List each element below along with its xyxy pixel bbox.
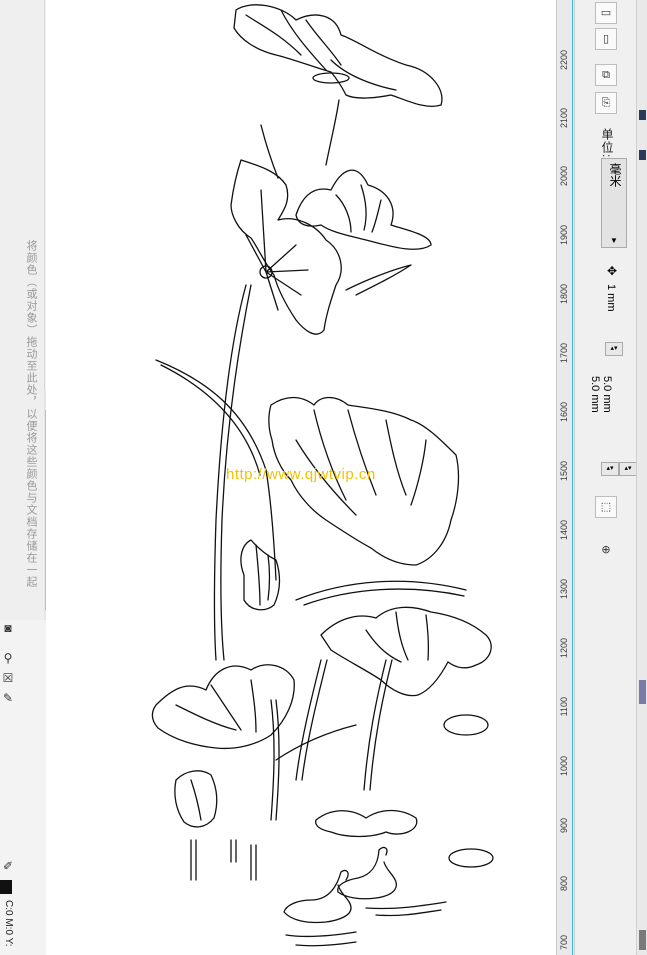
pen-icon[interactable]: ✎	[0, 690, 16, 706]
ruler-label: 1500	[559, 461, 569, 482]
treat-as-filled-icon[interactable]: ⬚	[595, 496, 617, 518]
units-value: 毫米	[608, 163, 622, 187]
lower-right-leaf	[320, 606, 492, 697]
all-pages-icon[interactable]: ⧉	[595, 64, 617, 86]
outline-pen-icon[interactable]: ✐	[0, 858, 16, 874]
ruler-label: 2100	[559, 108, 569, 129]
swan-2	[337, 846, 397, 900]
ruler-label: 2000	[559, 166, 569, 187]
ruler-label: 1900	[559, 225, 569, 246]
ruler-label: 700	[559, 935, 569, 951]
duplicate-distance-x[interactable]: 5.0 mm	[589, 376, 601, 413]
upper-lotus-flower	[295, 169, 432, 250]
page-portrait-icon[interactable]: ▭	[595, 2, 617, 24]
ruler-label: 1300	[559, 579, 569, 600]
fill-bucket-icon[interactable]: ⚲	[0, 650, 16, 666]
current-page-icon[interactable]: ⎘	[595, 92, 617, 114]
reed-2	[230, 839, 237, 863]
units-dropdown[interactable]: 毫米 ▼	[601, 158, 627, 248]
property-bar: ▭ ▯ ⧉ ⎘ 单位: 毫米 ▼ ✥ 1 mm ▴▾ 5.0 mm 5.0 mm…	[574, 0, 637, 955]
camera-icon[interactable]: ◙	[0, 620, 16, 636]
lily-pad-2	[315, 809, 418, 838]
reed-6	[363, 659, 393, 791]
diagonal-grass	[275, 724, 357, 761]
no-fill-icon[interactable]: ☒	[0, 670, 16, 686]
drawing-canvas[interactable]: http://www.qjwtvip.cn	[46, 0, 556, 955]
lower-left-flower	[151, 664, 295, 750]
fill-color-swatch[interactable]	[0, 880, 12, 894]
ruler-label: 2200	[559, 50, 569, 71]
duplicate-y-spinner[interactable]: ▴▾	[619, 462, 637, 476]
toolbar-marker[interactable]	[639, 110, 646, 120]
duplicate-x-spinner[interactable]: ▴▾	[601, 462, 619, 476]
top-stem	[325, 99, 340, 166]
ruler-label: 800	[559, 876, 569, 892]
right-toolbar	[636, 0, 647, 955]
nudge-spinner[interactable]: ▴▾	[605, 342, 623, 356]
color-readout: C:0 M:0 Y:	[3, 900, 14, 947]
nudge-distance-field[interactable]: 1 mm	[605, 284, 617, 312]
reed-4	[270, 699, 280, 821]
ruler-label: 900	[559, 818, 569, 834]
grip-handle[interactable]	[639, 930, 646, 950]
dropdown-arrow-icon: ▼	[610, 236, 618, 245]
water-ripples	[285, 901, 447, 947]
ruler-label: 1700	[559, 343, 569, 364]
guide-line	[572, 0, 573, 955]
duplicate-distance-y[interactable]: 5.0 mm	[601, 376, 613, 413]
nudge-icon: ✥	[607, 264, 618, 278]
upper-leaf-blade	[345, 264, 412, 296]
lily-pad-3	[448, 848, 494, 868]
color-swatch[interactable]	[639, 680, 646, 704]
left-lotus-flower	[230, 159, 342, 335]
page-landscape-icon[interactable]: ▯	[595, 28, 617, 50]
lower-left-leaf	[174, 770, 218, 828]
ruler-label: 1200	[559, 638, 569, 659]
reed-1	[190, 839, 197, 881]
lily-pad-1	[443, 714, 489, 736]
grass-blade-right	[295, 580, 467, 601]
ruler-label: 1000	[559, 756, 569, 777]
toolbar-marker[interactable]	[639, 150, 646, 160]
reed-5	[295, 659, 328, 781]
ruler-label: 1600	[559, 402, 569, 423]
left-bud-stem	[260, 124, 279, 179]
vertical-ruler[interactable]: 2200 2100 2000 1900 1800 1700 1600 1500 …	[556, 0, 575, 955]
units-label: 单位:	[600, 128, 614, 159]
swan-1	[283, 869, 352, 924]
reed-3	[250, 844, 257, 881]
color-palette-docker[interactable]: 将颜色（或对象）拖动至此处，以便将这些颜色与文档存储在一起	[0, 0, 45, 620]
top-lotus-leaf	[233, 4, 443, 107]
ruler-label: 1400	[559, 520, 569, 541]
add-icon[interactable]: ⊕	[595, 540, 617, 562]
ruler-label: 1100	[559, 697, 569, 717]
palette-hint-text: 将颜色（或对象）拖动至此处，以便将这些颜色与文档存储在一起	[25, 240, 37, 588]
watermark-text: http://www.qjwtvip.cn	[226, 466, 376, 483]
ruler-label: 1800	[559, 284, 569, 305]
